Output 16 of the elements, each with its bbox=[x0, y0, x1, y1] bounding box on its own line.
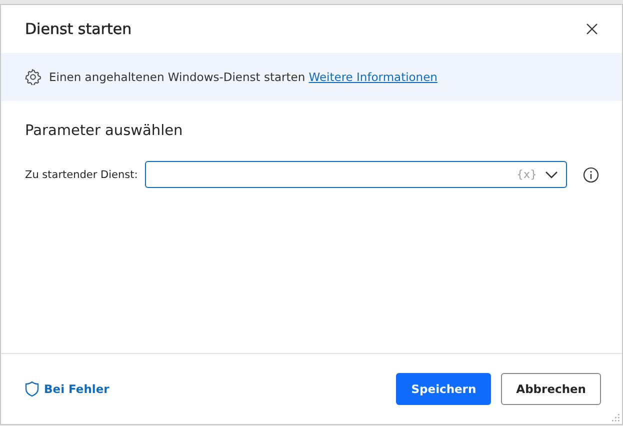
info-icon[interactable] bbox=[583, 166, 599, 182]
service-dropdown[interactable]: {x} bbox=[145, 161, 567, 188]
info-text: Einen angehaltenen Windows-Dienst starten Weitere Informationen bbox=[49, 70, 438, 84]
field-label: Zu startender Dienst: bbox=[25, 168, 139, 180]
more-info-link[interactable]: Weitere Informationen bbox=[308, 70, 438, 84]
on-error-button[interactable]: Bei Fehler bbox=[25, 381, 110, 397]
close-icon bbox=[586, 23, 598, 35]
save-button[interactable]: Speichern bbox=[396, 373, 492, 405]
shield-icon bbox=[25, 381, 39, 397]
section-title: Parameter auswählen bbox=[25, 123, 184, 139]
gear-icon bbox=[25, 69, 41, 85]
dialog-title: Dienst starten bbox=[25, 20, 132, 38]
chevron-down-icon bbox=[545, 170, 558, 178]
cancel-button[interactable]: Abbrechen bbox=[501, 373, 601, 405]
variable-button[interactable]: {x} bbox=[516, 168, 537, 181]
resize-grip-icon[interactable] bbox=[611, 413, 620, 422]
